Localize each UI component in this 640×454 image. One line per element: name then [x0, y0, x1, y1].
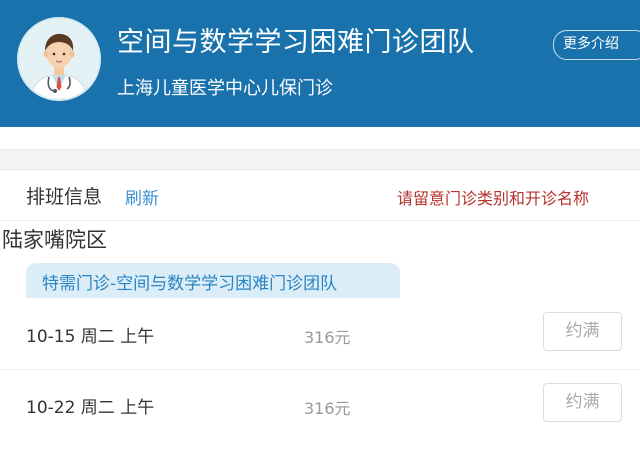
campus-name: 陆家嘴院区 [2, 228, 107, 252]
hospital-name: 上海儿童医学中心儿保门诊 [117, 78, 333, 99]
slot-price: 316元 [304, 328, 351, 347]
clinic-notice: 请留意门诊类别和开诊名称 [397, 189, 590, 208]
schedule-title: 排班信息 [26, 186, 103, 208]
team-name: 空间与数学学习困难门诊团队 [117, 27, 475, 58]
team-header: 空间与数学学习困难门诊团队 上海儿童医学中心儿保门诊 更多介绍 [0, 0, 640, 127]
schedule-header: 排班信息 刷新 请留意门诊类别和开诊名称 [0, 170, 640, 221]
section-divider [0, 149, 640, 170]
clinic-type-label: 特需门诊-空间与数学学习困难门诊团队 [42, 274, 338, 294]
slot-date: 10-22 周二 上午 [26, 398, 155, 418]
fully-booked-button[interactable]: 约满 [543, 383, 622, 422]
fully-booked-button[interactable]: 约满 [543, 312, 622, 351]
doctor-avatar-icon [17, 17, 101, 101]
more-info-button[interactable]: 更多介绍 [553, 30, 640, 60]
schedule-row: 10-22 周二 上午 316元 约满 [0, 370, 640, 440]
refresh-link[interactable]: 刷新 [125, 184, 159, 209]
clinic-type-tag: 特需门诊-空间与数学学习困难门诊团队 [26, 263, 400, 298]
spacer [0, 127, 640, 149]
slot-date: 10-15 周二 上午 [26, 327, 155, 347]
slot-price: 316元 [304, 399, 351, 418]
schedule-row: 10-15 周二 上午 316元 约满 [0, 299, 640, 370]
